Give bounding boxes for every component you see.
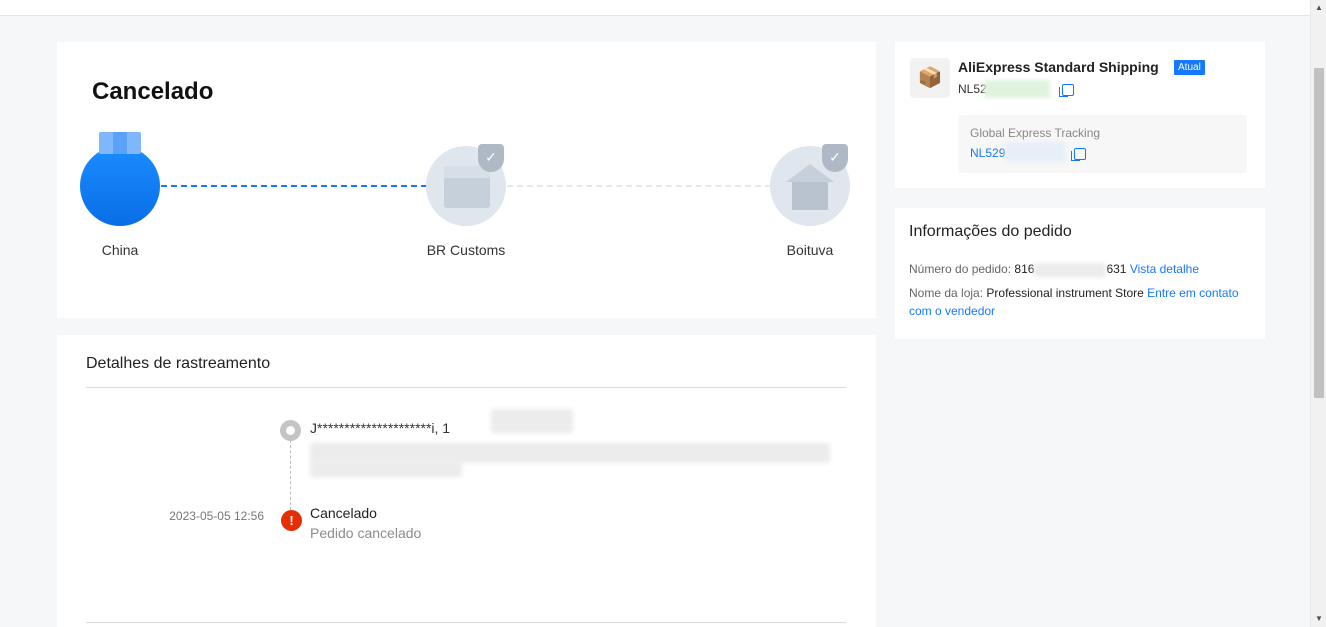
alert-icon: ! bbox=[281, 510, 302, 531]
store-name[interactable]: Professional instrument Store bbox=[986, 286, 1143, 300]
recipient-name: J*********************i, 1 bbox=[310, 420, 451, 436]
store-label: Nome da loja: bbox=[909, 286, 984, 300]
step-br-customs: ✓ BR Customs bbox=[426, 144, 506, 258]
house-body bbox=[792, 182, 828, 210]
order-number-suffix: 631 bbox=[1106, 262, 1127, 276]
event-title: Cancelado bbox=[310, 505, 377, 521]
view-detail-link[interactable]: Vista detalhe bbox=[1130, 262, 1199, 276]
step-label: BR Customs bbox=[426, 242, 506, 258]
event-description: Pedido cancelado bbox=[310, 525, 422, 541]
order-info-title: Informações do pedido bbox=[909, 223, 1072, 240]
redacted-phone bbox=[491, 409, 573, 433]
shield-check-icon: ✓ bbox=[822, 144, 848, 172]
shield-check-icon: ✓ bbox=[478, 144, 504, 172]
step-label: Boituva bbox=[786, 242, 834, 258]
global-tracking-label: Global Express Tracking bbox=[970, 126, 1101, 140]
divider bbox=[86, 387, 846, 388]
redacted-address-line-1 bbox=[310, 443, 830, 463]
carrier-name: AliExpress Standard Shipping bbox=[958, 59, 1159, 75]
copy-icon[interactable] bbox=[1059, 84, 1074, 97]
location-pin-icon bbox=[280, 420, 301, 441]
step-label: China bbox=[101, 242, 139, 258]
shipping-method-card: 📦 AliExpress Standard Shipping Atual NL5… bbox=[895, 42, 1265, 188]
shipment-progress-card: Cancelado China ✓ BR Customs ✓ Boituva bbox=[57, 42, 876, 318]
customs-box-icon bbox=[444, 166, 490, 208]
progress-line-pending bbox=[507, 185, 771, 187]
store-row: Nome da loja: Professional instrument St… bbox=[909, 284, 1239, 320]
step-circle-pending: ✓ bbox=[770, 144, 850, 226]
step-china: China bbox=[80, 132, 160, 258]
event-time: 2023-05-05 12:56 bbox=[169, 509, 264, 523]
order-number-row: Número do pedido: 816 631 Vista detalhe bbox=[909, 260, 1239, 278]
scroll-down-arrow-icon[interactable]: ▼ bbox=[1311, 611, 1326, 627]
order-number-prefix: 816 bbox=[1014, 262, 1035, 276]
tracking-number: NL52 bbox=[958, 82, 987, 96]
tracking-details-title: Detalhes de rastreamento bbox=[86, 355, 271, 372]
global-tracking-number[interactable]: NL529 bbox=[970, 146, 1005, 160]
timeline-line bbox=[290, 440, 291, 510]
current-badge: Atual bbox=[1174, 60, 1205, 75]
progress-line-completed bbox=[161, 185, 427, 187]
redacted-tracking-number bbox=[984, 80, 1050, 98]
status-title: Cancelado bbox=[92, 78, 214, 105]
order-number-label: Número do pedido: bbox=[909, 262, 1012, 276]
step-boituva: ✓ Boituva bbox=[770, 144, 850, 258]
tracking-details-card: Detalhes de rastreamento J**************… bbox=[57, 335, 876, 627]
global-express-box: Global Express Tracking NL529 bbox=[958, 115, 1247, 173]
scroll-up-arrow-icon[interactable]: ▲ bbox=[1311, 0, 1326, 16]
package-icon: 📦 bbox=[910, 58, 950, 98]
package-box-icon bbox=[99, 132, 141, 154]
redacted-global-number bbox=[1005, 142, 1065, 162]
copy-icon[interactable] bbox=[1071, 148, 1086, 161]
redacted-order-number bbox=[1034, 262, 1107, 277]
step-circle-pending: ✓ bbox=[426, 144, 506, 226]
page-scrollbar[interactable]: ▲ ▼ bbox=[1310, 0, 1326, 627]
step-circle-active bbox=[80, 132, 160, 226]
browser-top-bar bbox=[0, 0, 1310, 16]
redacted-address-line-2 bbox=[310, 461, 462, 477]
order-info-card: Informações do pedido Número do pedido: … bbox=[895, 208, 1265, 339]
divider bbox=[86, 622, 846, 623]
scrollbar-thumb[interactable] bbox=[1314, 68, 1324, 398]
